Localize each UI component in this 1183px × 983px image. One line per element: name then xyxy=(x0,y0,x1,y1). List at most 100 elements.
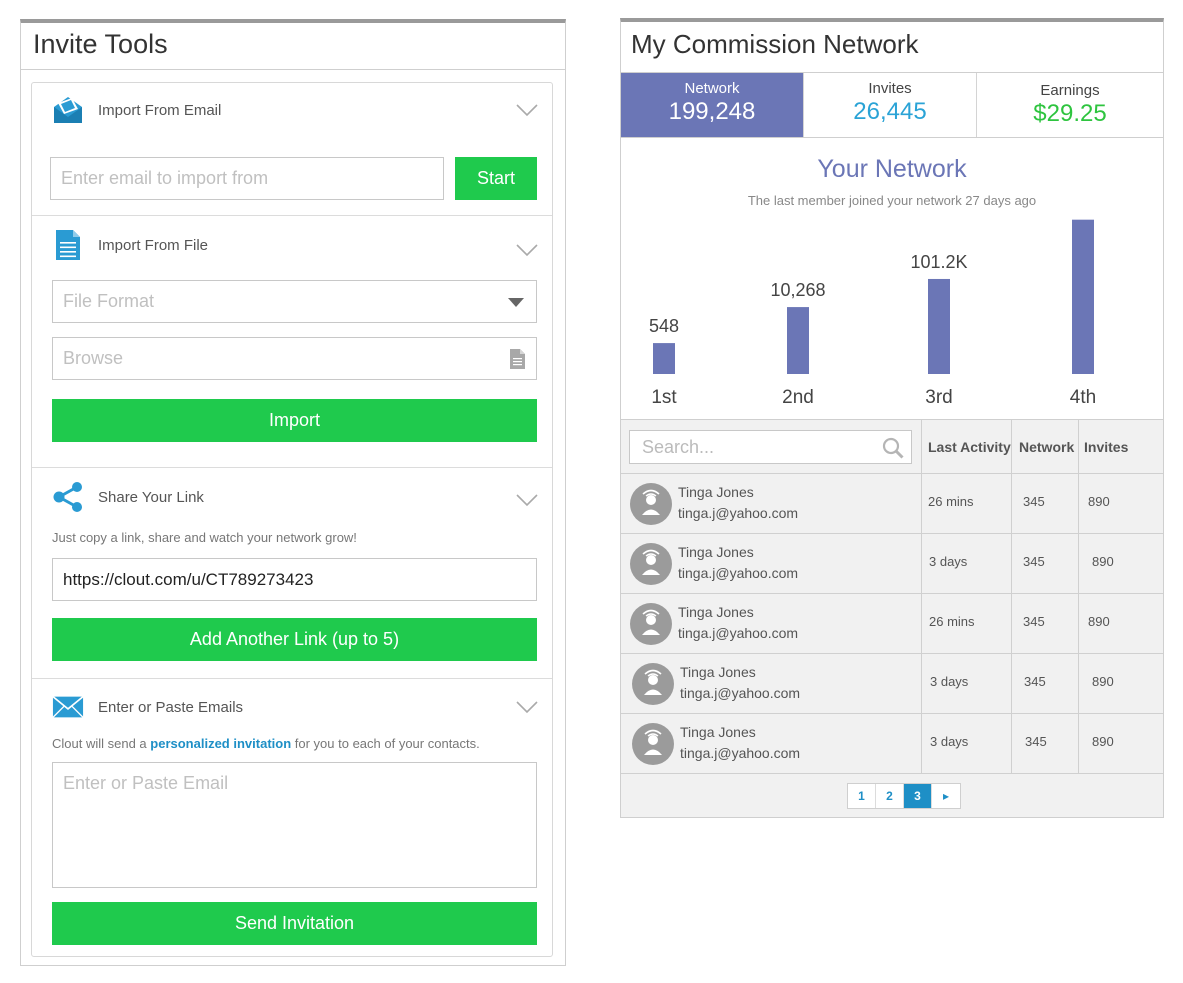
bar-1st xyxy=(653,343,675,374)
table-row[interactable]: Tinga Jones tinga.j@yahoo.com 3 days 345… xyxy=(621,713,1163,773)
section-label: Enter or Paste Emails xyxy=(98,698,244,716)
helper-suffix: for you to each of your contacts. xyxy=(294,736,480,751)
table-row[interactable]: Tinga Jones tinga.j@yahoo.com 26 mins 34… xyxy=(621,593,1163,653)
import-file-section: Import From File File Format Browse Impo… xyxy=(32,216,552,468)
stat-label: Invites xyxy=(868,80,912,97)
category-label: 2nd xyxy=(782,387,814,408)
stat-label: Earnings xyxy=(1040,82,1100,99)
member-name: Tinga Jones xyxy=(678,544,754,560)
network-bar-chart: 5481st10,2682nd101.2K3rd12.6M4th xyxy=(649,219,1096,408)
last-activity-cell: 3 days xyxy=(930,734,969,749)
commission-network-panel: My Commission Network Network 199,248 In… xyxy=(620,18,1164,818)
search-placeholder: Search... xyxy=(642,436,715,457)
column-header-last-activity[interactable]: Last Activity xyxy=(928,420,1011,473)
bar-4th xyxy=(1072,219,1094,374)
last-activity-cell: 26 mins xyxy=(929,614,975,629)
members-table: Search... Last Activity Network Invites … xyxy=(621,419,1163,817)
bar-3rd xyxy=(928,278,950,374)
bar-value-label: 101.2K xyxy=(910,252,967,272)
chevron-down-icon[interactable] xyxy=(516,700,538,714)
avatar xyxy=(632,723,674,765)
member-name: Tinga Jones xyxy=(680,664,756,680)
network-chart-title: Your Network xyxy=(817,155,967,183)
invites-cell: 890 xyxy=(1092,734,1114,749)
mail-import-icon xyxy=(52,94,84,126)
section-label: Share Your Link xyxy=(98,488,204,506)
search-input[interactable]: Search... xyxy=(629,430,912,464)
pagination: 1 2 3 ▸ xyxy=(847,783,961,809)
invite-tools-body: Import From Email Enter email to import … xyxy=(31,82,553,957)
panel-title: My Commission Network xyxy=(621,22,1163,73)
category-label: 4th xyxy=(1070,387,1096,408)
page-3-button[interactable]: 3 xyxy=(904,784,932,808)
search-icon[interactable] xyxy=(882,437,904,459)
member-name: Tinga Jones xyxy=(680,724,756,740)
avatar xyxy=(632,663,674,705)
member-name: Tinga Jones xyxy=(678,484,754,500)
table-row[interactable]: Tinga Jones tinga.j@yahoo.com 3 days 345… xyxy=(621,533,1163,593)
paste-helper-text: Clout will send a personalized invitatio… xyxy=(52,736,480,751)
stat-invites[interactable]: Invites 26,445 xyxy=(804,73,976,137)
column-header-invites[interactable]: Invites xyxy=(1084,420,1128,473)
paste-emails-section: Enter or Paste Emails Clout will send a … xyxy=(32,679,552,956)
panel-title: Invite Tools xyxy=(21,23,565,70)
member-email: tinga.j@yahoo.com xyxy=(678,625,799,641)
last-activity-cell: 3 days xyxy=(930,674,969,689)
send-invitation-button[interactable]: Send Invitation xyxy=(52,902,537,945)
page-2-button[interactable]: 2 xyxy=(876,784,904,808)
bar-value-label: 548 xyxy=(649,316,679,336)
row-divider xyxy=(621,773,1163,774)
member-email: tinga.j@yahoo.com xyxy=(678,505,799,521)
section-label: Import From Email xyxy=(98,101,222,119)
personalized-invitation-link[interactable]: personalized invitation xyxy=(150,736,291,751)
last-activity-cell: 26 mins xyxy=(928,494,974,509)
table-row[interactable]: Tinga Jones tinga.j@yahoo.com 3 days 345… xyxy=(621,653,1163,713)
import-email-section: Import From Email Enter email to import … xyxy=(32,83,552,216)
share-link-field[interactable]: https://clout.com/u/CT789273423 xyxy=(52,558,537,601)
network-cell: 345 xyxy=(1025,734,1047,749)
import-file-header[interactable]: Import From File xyxy=(52,228,208,262)
page-1-button[interactable]: 1 xyxy=(848,784,876,808)
stats-bar: Network 199,248 Invites 26,445 Earnings … xyxy=(621,73,1163,138)
stat-value: 26,445 xyxy=(853,98,927,125)
member-email: tinga.j@yahoo.com xyxy=(680,685,801,701)
share-link-header[interactable]: Share Your Link xyxy=(52,480,204,514)
paste-emails-textarea[interactable]: Enter or Paste Email xyxy=(52,762,537,888)
invite-tools-panel: Invite Tools Import From Email Enter ema… xyxy=(20,19,566,966)
stat-value: 199,248 xyxy=(668,98,756,125)
start-button[interactable]: Start xyxy=(455,157,537,200)
stat-earnings[interactable]: Earnings $29.25 xyxy=(977,73,1163,137)
share-icon xyxy=(52,481,84,513)
member-name: Tinga Jones xyxy=(678,604,754,620)
invites-cell: 890 xyxy=(1088,614,1110,629)
stat-label: Network xyxy=(684,80,740,97)
table-row[interactable]: Tinga Jones tinga.j@yahoo.com 26 mins 34… xyxy=(621,473,1163,533)
next-page-button[interactable]: ▸ xyxy=(932,784,960,808)
stat-value: $29.25 xyxy=(1033,100,1107,127)
paste-emails-header[interactable]: Enter or Paste Emails xyxy=(52,690,243,724)
import-email-input[interactable]: Enter email to import from xyxy=(50,157,444,200)
import-email-header[interactable]: Import From Email xyxy=(52,93,221,127)
envelope-icon xyxy=(52,691,84,723)
chevron-down-icon[interactable] xyxy=(516,493,538,507)
add-another-link-button[interactable]: Add Another Link (up to 5) xyxy=(52,618,537,661)
file-format-select[interactable]: File Format xyxy=(52,280,537,323)
chevron-down-icon[interactable] xyxy=(516,243,538,257)
category-label: 1st xyxy=(651,387,677,408)
stat-network[interactable]: Network 199,248 xyxy=(621,73,803,137)
file-format-value: File Format xyxy=(63,291,155,311)
column-header-network[interactable]: Network xyxy=(1019,420,1074,473)
browse-placeholder: Browse xyxy=(63,348,124,368)
invites-cell: 890 xyxy=(1092,554,1114,569)
import-button[interactable]: Import xyxy=(52,399,537,442)
helper-prefix: Clout will send a xyxy=(52,736,147,751)
share-helper-text: Just copy a link, share and watch your n… xyxy=(52,530,357,545)
share-link-section: Share Your Link Just copy a link, share … xyxy=(32,468,552,679)
dropdown-arrow-icon xyxy=(508,298,524,307)
bar-2nd xyxy=(787,307,809,374)
chevron-down-icon[interactable] xyxy=(516,103,538,117)
browse-file-input[interactable]: Browse xyxy=(52,337,537,380)
avatar xyxy=(630,543,672,585)
network-cell: 345 xyxy=(1023,614,1045,629)
member-email: tinga.j@yahoo.com xyxy=(680,745,801,761)
